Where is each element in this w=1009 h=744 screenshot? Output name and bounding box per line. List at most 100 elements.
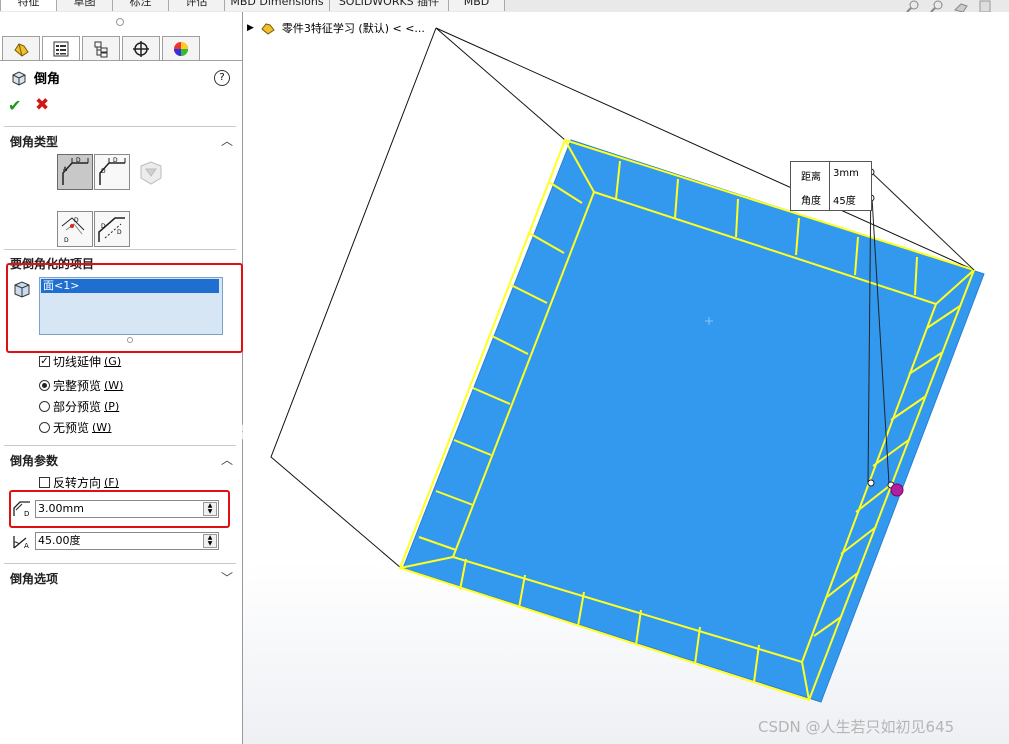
- chevron-down-icon[interactable]: ﹀: [221, 569, 233, 586]
- property-manager-tab[interactable]: [42, 36, 80, 60]
- tab-evaluate[interactable]: 评估: [168, 0, 225, 11]
- graphics-area[interactable]: 距离 3mm 角度 45度: [243, 12, 1009, 744]
- zoom-to-fit-icon[interactable]: [905, 0, 921, 12]
- previous-view-icon[interactable]: [953, 0, 969, 12]
- tab-mbd-dimensions[interactable]: MBD Dimensions: [224, 0, 330, 11]
- property-list-icon: [53, 41, 69, 56]
- section-divider: [4, 445, 236, 446]
- reverse-direction-option[interactable]: 反转方向 (F): [39, 474, 119, 491]
- help-icon[interactable]: ?: [214, 70, 230, 86]
- model-view: [243, 12, 1009, 744]
- angle-spinner[interactable]: ▲ ▼: [203, 534, 217, 548]
- ok-button[interactable]: ✔: [8, 96, 21, 115]
- tangent-propagation-checkbox[interactable]: ✓: [39, 356, 50, 367]
- vertex-chamfer-button[interactable]: [138, 160, 164, 189]
- chamfer-callout[interactable]: 距离 3mm 角度 45度: [790, 161, 872, 211]
- svg-text:D: D: [101, 223, 106, 230]
- no-preview-label: 无预览: [53, 421, 90, 435]
- tab-dimension[interactable]: 标注: [112, 0, 169, 11]
- no-preview-option[interactable]: 无预览 (W): [39, 419, 111, 436]
- svg-text:D: D: [113, 157, 118, 164]
- panel-splitter-handle[interactable]: [116, 18, 124, 26]
- face-face-type-button[interactable]: DD: [94, 211, 130, 247]
- shortcut-key: (W): [92, 421, 112, 434]
- section-divider: [4, 563, 236, 564]
- feature-manager-tab[interactable]: [2, 36, 40, 60]
- svg-text:A: A: [24, 542, 29, 550]
- callout-angle-row[interactable]: 角度 45度: [791, 186, 871, 210]
- callout-angle-label: 角度: [801, 196, 821, 207]
- chamfer-parameters-header[interactable]: 倒角参数: [10, 452, 58, 469]
- feature-title-text: 倒角: [34, 72, 61, 87]
- svg-text:A: A: [63, 166, 68, 173]
- dimxpert-manager-tab[interactable]: [122, 36, 160, 60]
- feature-title: 倒角: [10, 68, 60, 87]
- reverse-direction-checkbox[interactable]: [39, 477, 50, 488]
- angle-input[interactable]: 45.00度 ▲ ▼: [35, 532, 219, 550]
- full-preview-radio[interactable]: [39, 380, 50, 391]
- display-manager-tab[interactable]: [162, 36, 200, 60]
- watermark-text: CSDN @人生若只如初见645: [758, 718, 955, 736]
- full-preview-label: 完整预览: [53, 379, 102, 393]
- svg-text:D: D: [76, 157, 81, 164]
- svg-text:D: D: [101, 168, 106, 175]
- tab-mbd[interactable]: MBD: [448, 0, 505, 11]
- angle-icon: A: [12, 532, 32, 550]
- selection-marker-icon: [890, 483, 904, 497]
- offset-face-type-button[interactable]: DD: [57, 211, 93, 247]
- crosshair-icon: [133, 40, 149, 57]
- cancel-button[interactable]: ✖: [35, 95, 49, 115]
- svg-text:D: D: [64, 237, 69, 244]
- appearance-icon: [174, 41, 188, 56]
- angle-distance-icon: DA: [62, 157, 89, 185]
- shortcut-key: (F): [104, 476, 119, 489]
- tangent-propagation-option[interactable]: ✓ 切线延伸 (G): [39, 353, 121, 370]
- section-view-icon[interactable]: [977, 0, 993, 12]
- full-preview-option[interactable]: 完整预览 (W): [39, 377, 123, 394]
- callout-distance-row[interactable]: 距离 3mm: [791, 162, 871, 186]
- shortcut-key: (P): [104, 400, 120, 413]
- vertex-cube-icon: [140, 161, 162, 185]
- tab-sketch[interactable]: 草图: [56, 0, 113, 11]
- distance-distance-icon: DD: [99, 157, 126, 185]
- expand-arrow-icon[interactable]: ▶: [247, 23, 254, 33]
- tab-solidworks-addins[interactable]: SOLIDWORKS 插件: [329, 0, 449, 11]
- zoom-area-icon[interactable]: [929, 0, 945, 12]
- configuration-icon: [94, 41, 108, 57]
- chevron-up-icon[interactable]: ︿: [221, 132, 233, 149]
- highlight-box-distance: [9, 490, 230, 528]
- callout-distance-value[interactable]: 3mm: [833, 168, 859, 179]
- chevron-up-icon[interactable]: ︿: [221, 451, 233, 468]
- chamfer-options-header[interactable]: 倒角选项: [10, 570, 58, 587]
- partial-preview-option[interactable]: 部分预览 (P): [39, 398, 119, 415]
- heads-up-toolbar: [905, 0, 993, 12]
- angle-value: 45.00度: [38, 534, 81, 547]
- part-name[interactable]: 零件3特征学习 (默认) < <...: [282, 20, 425, 36]
- callout-distance-label: 距离: [801, 172, 821, 183]
- callout-angle-value[interactable]: 45度: [833, 192, 856, 207]
- configuration-manager-tab[interactable]: [82, 36, 120, 60]
- svg-text:D: D: [117, 229, 122, 236]
- reverse-direction-label: 反转方向: [53, 476, 102, 490]
- property-manager: 倒角 ? ✔ ✖ 倒角类型 ︿ DA DD DD DD 要倒角化的项目 面<1>…: [0, 12, 243, 744]
- shortcut-key: (G): [104, 355, 122, 368]
- section-divider: [4, 249, 236, 250]
- tab-features[interactable]: 特征: [0, 0, 57, 11]
- distance-distance-type-button[interactable]: DD: [94, 154, 130, 190]
- highlight-box-items: [6, 263, 243, 353]
- part-icon: [261, 23, 275, 35]
- manager-tabs: [2, 36, 202, 60]
- partial-preview-label: 部分预览: [53, 400, 102, 414]
- section-divider: [4, 126, 236, 127]
- offset-face-icon: DD: [61, 217, 85, 244]
- partial-preview-radio[interactable]: [39, 401, 50, 412]
- feature-tree-flyout[interactable]: ▶ 零件3特征学习 (默认) < <...: [247, 20, 425, 36]
- face-face-icon: DD: [98, 217, 125, 242]
- svg-text:D: D: [74, 217, 79, 224]
- tabs-divider: [0, 60, 242, 61]
- angle-distance-type-button[interactable]: DA: [57, 154, 93, 190]
- chamfer-cube-icon: [12, 70, 26, 86]
- no-preview-radio[interactable]: [39, 422, 50, 433]
- chamfer-type-header[interactable]: 倒角类型: [10, 133, 58, 150]
- shortcut-key: (W): [104, 379, 124, 392]
